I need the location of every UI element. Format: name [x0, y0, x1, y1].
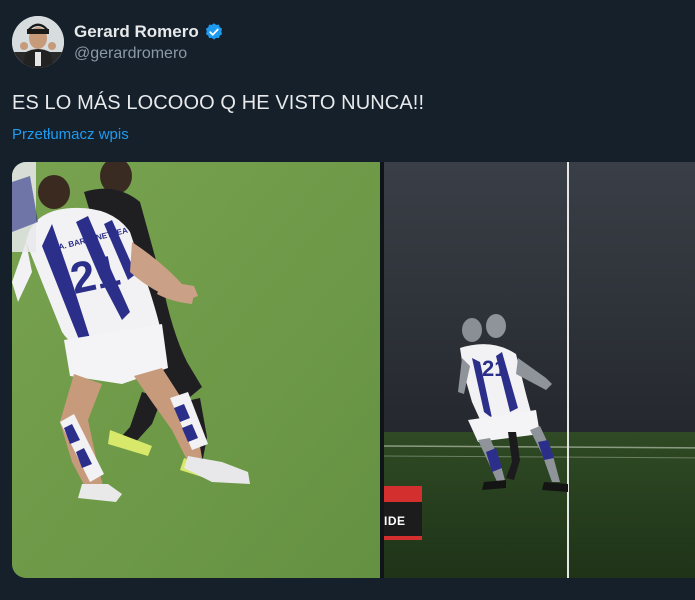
user-handle[interactable]: @gerardromero [74, 45, 224, 63]
tweet-header: Gerard Romero @gerardromero [12, 14, 224, 70]
avatar-photo-icon [12, 16, 64, 68]
tweet-media[interactable]: 21 A. BARRENETXEA 21 [12, 162, 695, 578]
jersey-number-right: 21 [482, 356, 506, 381]
avatar[interactable] [12, 16, 64, 68]
display-name[interactable]: Gerard Romero [74, 22, 199, 42]
jersey-number-left: 21 [66, 246, 124, 304]
var-broadcast-graphic [384, 486, 422, 540]
var-graphic-label: IDE [384, 514, 406, 528]
left-photo: 21 A. BARRENETXEA [12, 162, 380, 578]
verified-badge-icon [205, 22, 222, 40]
right-var-graphic: 21 [383, 162, 695, 578]
offside-line [567, 162, 569, 578]
translate-post-link[interactable]: Przetłumacz wpis [12, 126, 129, 143]
tweet-text: ES LO MÁS LOCOOO Q HE VISTO NUNCA!! [12, 92, 425, 114]
